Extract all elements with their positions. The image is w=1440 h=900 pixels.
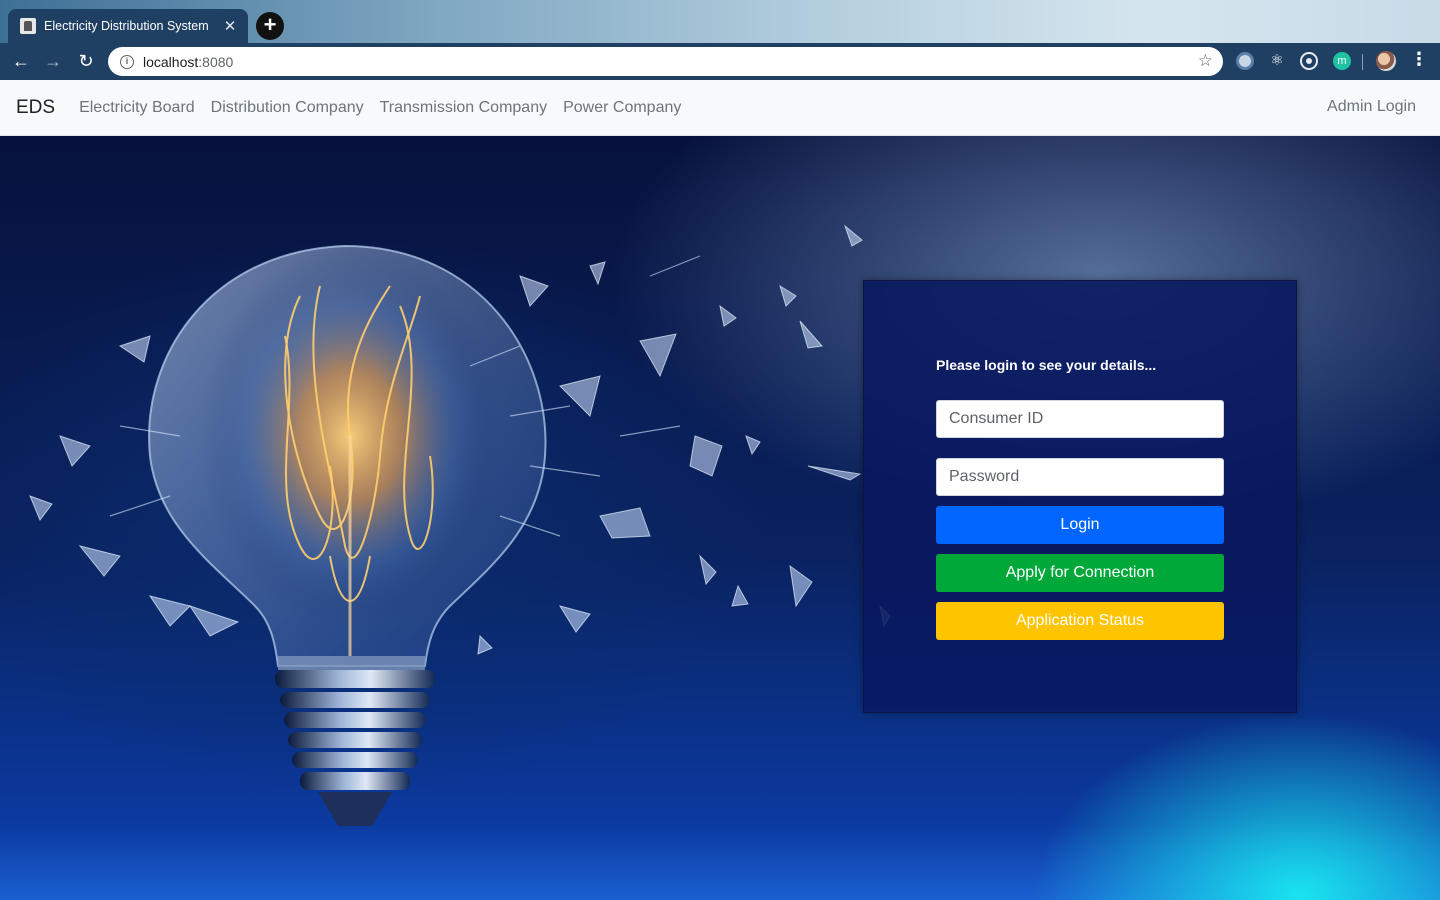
favicon-icon — [20, 18, 36, 34]
tab-close-icon[interactable]: ✕ — [222, 17, 238, 35]
new-tab-button[interactable]: + — [256, 12, 284, 40]
nav-link-transmission-company[interactable]: Transmission Company — [380, 99, 547, 117]
apply-connection-button[interactable]: Apply for Connection — [936, 554, 1224, 592]
tab-title: Electricity Distribution System — [44, 19, 209, 33]
target-extension-icon[interactable] — [1300, 52, 1318, 70]
login-button[interactable]: Login — [936, 506, 1224, 544]
consumer-id-input[interactable] — [936, 400, 1224, 438]
profile-avatar[interactable] — [1376, 51, 1396, 71]
nav-link-power-company[interactable]: Power Company — [563, 99, 681, 117]
kebab-menu-icon[interactable]: ⋮ — [1410, 49, 1428, 70]
application-status-button[interactable]: Application Status — [936, 602, 1224, 640]
browser-tabstrip: Electricity Distribution System ✕ + — [0, 0, 1440, 43]
m-extension-icon[interactable]: m — [1333, 52, 1351, 70]
url-port: :8080 — [198, 53, 234, 70]
info-icon[interactable]: i — [120, 54, 134, 69]
address-bar[interactable]: i localhost:8080 ☆ — [108, 47, 1223, 76]
bookmark-star-icon[interactable]: ☆ — [1198, 51, 1213, 71]
nav-link-distribution-company[interactable]: Distribution Company — [211, 99, 364, 117]
reload-icon[interactable]: ↻ — [73, 48, 99, 74]
password-input[interactable] — [936, 458, 1224, 496]
browser-toolbar: ← → ↻ i localhost:8080 ☆ ⚛ m ⋮ — [0, 43, 1440, 80]
extension-icon[interactable] — [1236, 52, 1254, 70]
browser-tab[interactable]: Electricity Distribution System ✕ — [8, 9, 248, 43]
login-heading: Please login to see your details... — [936, 357, 1157, 373]
nav-link-electricity-board[interactable]: Electricity Board — [79, 99, 195, 117]
toolbar-separator — [1362, 54, 1363, 70]
url-host: localhost — [143, 53, 199, 70]
react-devtools-icon[interactable]: ⚛ — [1268, 52, 1286, 70]
site-navbar: EDS Electricity Board Distribution Compa… — [0, 80, 1440, 136]
admin-login-link[interactable]: Admin Login — [1327, 98, 1416, 116]
forward-arrow-icon[interactable]: → — [40, 48, 66, 74]
brand-link[interactable]: EDS — [16, 97, 55, 119]
back-arrow-icon[interactable]: ← — [8, 48, 34, 74]
login-card: Please login to see your details... Logi… — [863, 280, 1297, 713]
